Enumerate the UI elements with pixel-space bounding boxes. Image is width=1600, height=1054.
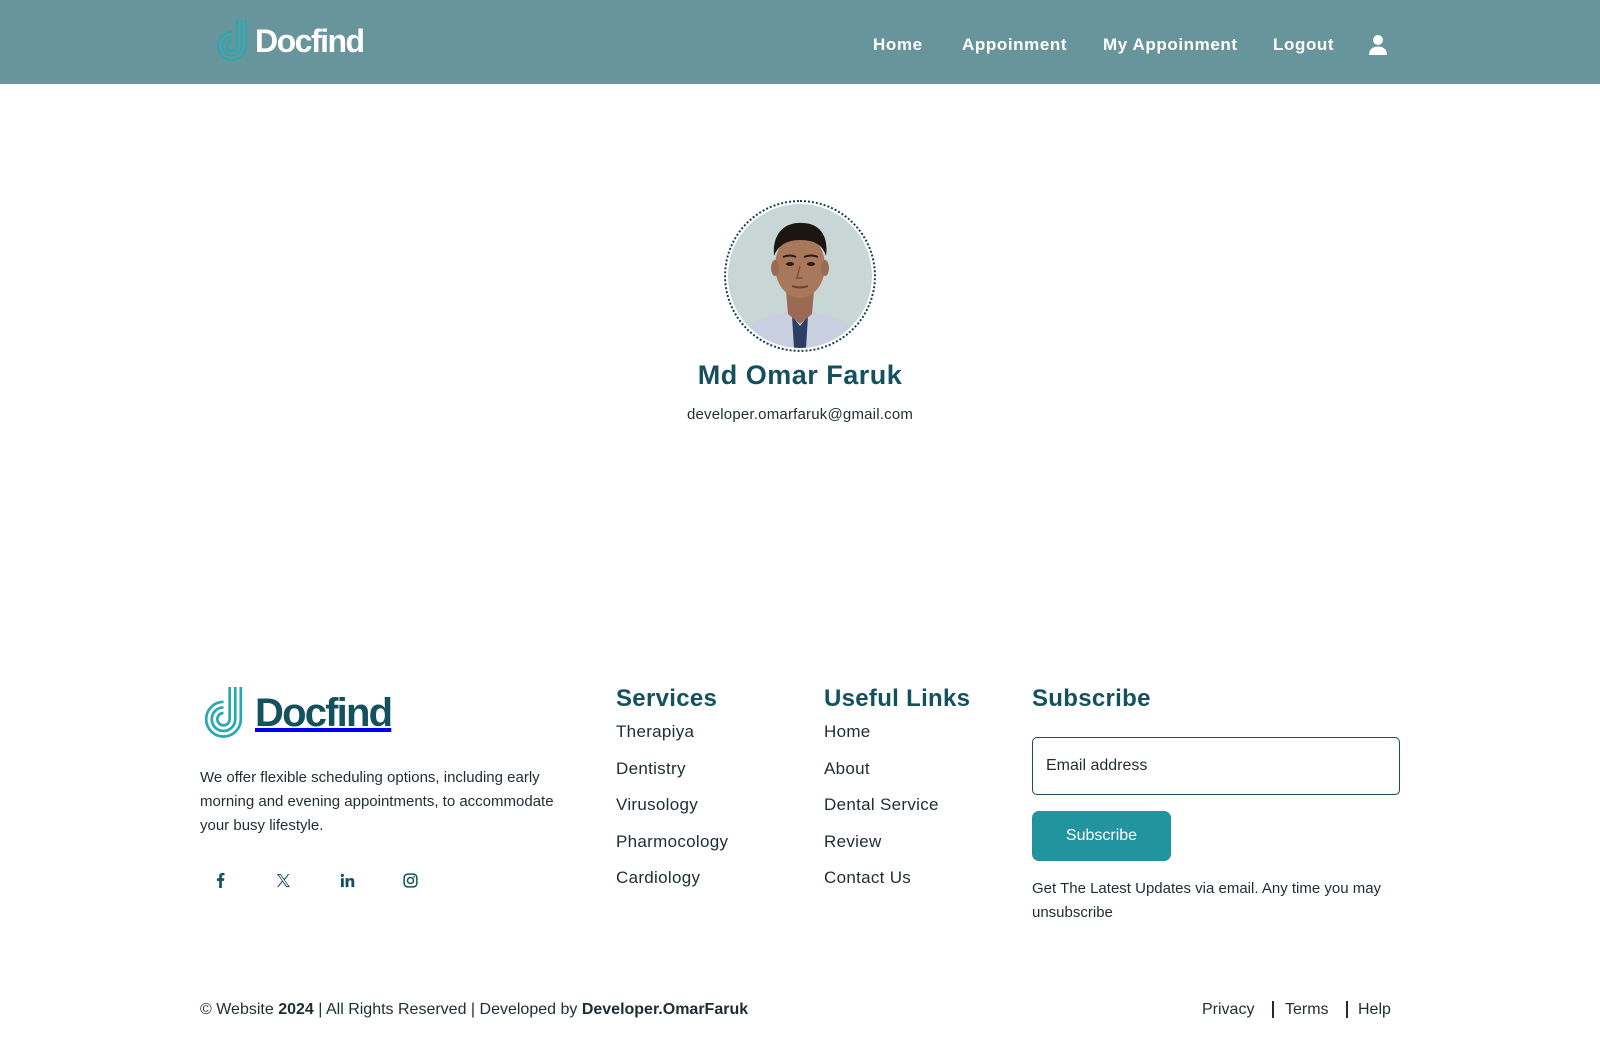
avatar xyxy=(724,200,876,352)
useful-link[interactable]: Home xyxy=(824,722,871,741)
x-icon xyxy=(276,873,290,887)
services-title: Services xyxy=(616,685,718,712)
useful-link[interactable]: Dental Service xyxy=(824,795,939,814)
subscribe-title: Subscribe xyxy=(1032,685,1151,712)
subscribe-column: Subscribe Subscribe Get The Latest Updat… xyxy=(1032,684,1400,921)
user-profile-button[interactable] xyxy=(1368,34,1388,56)
service-link[interactable]: Pharmocology xyxy=(616,832,728,851)
useful-link[interactable]: Contact Us xyxy=(824,868,911,887)
profile-email: developer.omarfaruk@gmail.com xyxy=(686,406,914,423)
service-link[interactable]: Cardiology xyxy=(616,868,700,887)
useful-link[interactable]: About xyxy=(824,759,870,778)
nav-my-appoinment[interactable]: My Appoinment xyxy=(1103,33,1238,57)
terms-link[interactable]: Terms xyxy=(1285,999,1329,1021)
legal-divider xyxy=(1272,1001,1274,1018)
social-links xyxy=(200,866,440,894)
legal-divider xyxy=(1346,1001,1348,1018)
help-link[interactable]: Help xyxy=(1358,999,1391,1021)
subscribe-email-input[interactable] xyxy=(1032,737,1400,795)
user-icon xyxy=(1369,35,1387,55)
useful-links-title: Useful Links xyxy=(824,685,971,712)
services-column: Services Therapiya Dentistry Virusology … xyxy=(616,684,728,902)
footer-brand-logo[interactable]: Docfind xyxy=(200,684,393,742)
nav-logout[interactable]: Logout xyxy=(1273,33,1334,57)
linkedin-icon xyxy=(340,873,354,887)
nav-appoinment[interactable]: Appoinment xyxy=(962,33,1067,57)
top-navbar: Docfind Home Appoinment My Appoinment Lo… xyxy=(0,0,1600,84)
service-link[interactable]: Dentistry xyxy=(616,759,686,778)
footer-brand-name: Docfind xyxy=(255,691,393,735)
privacy-link[interactable]: Privacy xyxy=(1202,999,1254,1021)
linkedin-link[interactable] xyxy=(333,866,361,894)
service-link[interactable]: Therapiya xyxy=(616,722,694,741)
service-link[interactable]: Virusology xyxy=(616,795,698,814)
instagram-icon xyxy=(402,872,418,888)
facebook-link[interactable] xyxy=(206,866,234,894)
facebook-icon xyxy=(216,872,224,888)
legal-links: Privacy Terms Help xyxy=(0,999,1600,1021)
profile-photo xyxy=(728,204,872,348)
docfind-logo-icon xyxy=(204,687,243,738)
main-nav: Home Appoinment My Appoinment Logout xyxy=(0,33,1600,57)
profile-name: Md Omar Faruk xyxy=(697,360,903,390)
instagram-link[interactable] xyxy=(396,866,424,894)
useful-links-column: Useful Links Home About Dental Service R… xyxy=(824,684,970,902)
x-link[interactable] xyxy=(269,866,297,894)
subscribe-button[interactable]: Subscribe xyxy=(1032,811,1171,861)
useful-link[interactable]: Review xyxy=(824,832,882,851)
nav-home[interactable]: Home xyxy=(873,33,923,57)
footer-description: We offer flexible scheduling options, in… xyxy=(200,769,554,834)
subscribe-note: Get The Latest Updates via email. Any ti… xyxy=(1032,880,1382,921)
